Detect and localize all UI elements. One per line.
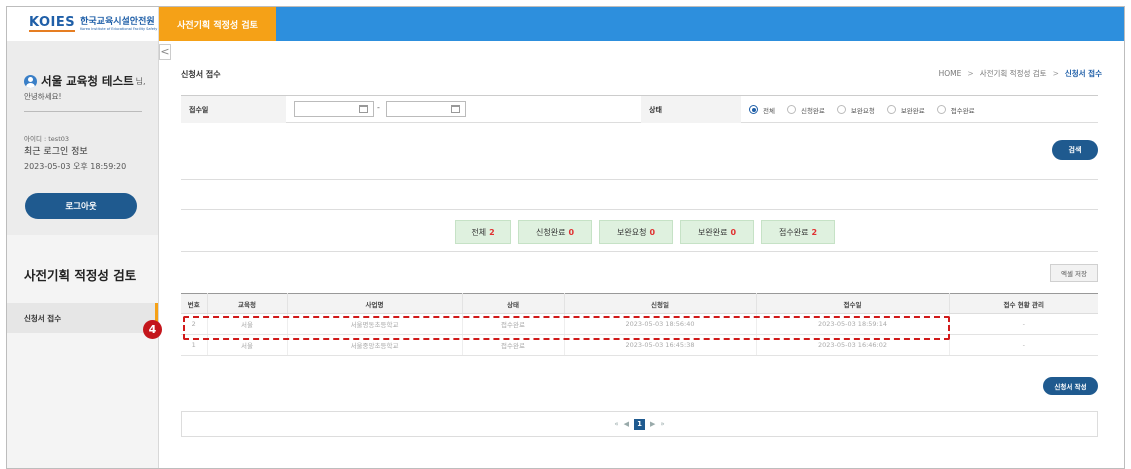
last-login-label: 최근 로그인 정보 bbox=[24, 147, 88, 157]
status-radio-applied[interactable]: 신청완료 bbox=[786, 105, 825, 115]
count-value: 0 bbox=[649, 227, 656, 237]
count-label: 신청완료 bbox=[535, 227, 566, 237]
count-total[interactable]: 전체 2 bbox=[455, 220, 511, 244]
tab-preplanning-review[interactable]: 사전기획 적정성 검토 bbox=[159, 7, 276, 41]
excel-save-button[interactable]: 엑셀 저장 bbox=[1050, 264, 1098, 282]
status-radio-group: 전체 신청완료 보완요청 보완완료 접수완료 bbox=[749, 96, 975, 123]
radio-label: 전체 bbox=[763, 106, 775, 115]
logo-mark: KOIES bbox=[29, 15, 76, 32]
divider bbox=[181, 209, 1098, 210]
count-supplement-requested[interactable]: 보완요청 0 bbox=[599, 220, 673, 244]
logout-button[interactable]: 로그아웃 bbox=[25, 193, 137, 219]
status-filter-label: 상태 bbox=[641, 96, 741, 123]
sidebar-item-application-intake[interactable]: 신청서 접수 bbox=[7, 303, 158, 333]
radio-label: 접수완료 bbox=[950, 106, 975, 115]
radio-label: 신청완료 bbox=[800, 106, 825, 115]
breadcrumb-home[interactable]: HOME bbox=[939, 69, 962, 78]
status-radio-supplement-requested[interactable]: 보완요청 bbox=[836, 105, 875, 115]
divider bbox=[181, 251, 1098, 252]
count-value: 2 bbox=[489, 227, 495, 237]
count-label: 접수완료 bbox=[778, 227, 809, 237]
date-range-dash: - bbox=[377, 103, 380, 112]
breadcrumb-current: 신청서 접수 bbox=[1064, 69, 1102, 78]
radio-icon[interactable] bbox=[786, 105, 796, 114]
count-value: 0 bbox=[568, 227, 575, 237]
breadcrumb-separator-icon: > bbox=[1052, 69, 1059, 78]
count-value: 2 bbox=[811, 227, 818, 237]
user-panel: 서울 교육청 테스트 님, 안녕하세요! 아이디 : test03 최근 로그인… bbox=[7, 41, 158, 235]
calendar-icon[interactable] bbox=[359, 105, 368, 113]
breadcrumb: HOME > 사전기획 적정성 검토 > 신청서 접수 bbox=[939, 68, 1102, 79]
count-label: 보완요청 bbox=[616, 227, 647, 237]
user-suffix: 님, bbox=[135, 76, 146, 86]
divider bbox=[24, 111, 142, 112]
step-number-badge: 4 bbox=[143, 320, 162, 339]
pagination: « ◀ 1 ▶ » bbox=[181, 411, 1098, 437]
user-name: 서울 교육청 테스트 bbox=[41, 74, 134, 88]
radio-label: 보완완료 bbox=[900, 106, 925, 115]
status-radio-received[interactable]: 접수완료 bbox=[936, 105, 975, 115]
col-header-number: 번호 bbox=[181, 293, 208, 314]
col-header-manage: 접수 현황 관리 bbox=[949, 293, 1098, 314]
highlight-annotation-box bbox=[183, 316, 950, 340]
divider bbox=[181, 179, 1098, 180]
user-icon bbox=[24, 74, 37, 88]
status-radio-supplement-done[interactable]: 보완완료 bbox=[886, 105, 925, 115]
first-page-icon[interactable]: « bbox=[614, 420, 618, 428]
logo-org-name: 한국교육시설안전원 bbox=[80, 17, 155, 27]
col-header-project: 사업명 bbox=[287, 293, 463, 314]
top-header: KOIES 한국교육시설안전원 Korea Institute of Educa… bbox=[7, 7, 1124, 41]
write-application-button[interactable]: 신청서 작성 bbox=[1043, 377, 1098, 395]
logo-text-group: 한국교육시설안전원 Korea Institute of Educational… bbox=[80, 17, 157, 31]
page-title: 신청서 접수 bbox=[181, 70, 221, 79]
prev-page-icon[interactable]: ◀ bbox=[624, 420, 629, 428]
next-page-icon[interactable]: ▶ bbox=[650, 420, 655, 428]
status-count-bar: 전체 2 신청완료 0 보완요청 0 보완완료 0 접수완료 2 bbox=[455, 220, 835, 244]
radio-icon[interactable] bbox=[936, 105, 946, 114]
sidebar-section-title: 사전기획 적정성 검토 bbox=[24, 268, 137, 283]
radio-icon[interactable] bbox=[886, 105, 896, 114]
cell-manage[interactable]: - bbox=[949, 313, 1098, 335]
status-radio-all[interactable]: 전체 bbox=[749, 105, 775, 115]
radio-icon[interactable] bbox=[836, 105, 846, 114]
count-supplement-done[interactable]: 보완완료 0 bbox=[680, 220, 754, 244]
date-filter-label: 접수일 bbox=[181, 96, 286, 123]
count-label: 전체 bbox=[471, 227, 487, 237]
sidebar: 서울 교육청 테스트 님, 안녕하세요! 아이디 : test03 최근 로그인… bbox=[7, 41, 159, 468]
page-number-current[interactable]: 1 bbox=[634, 418, 645, 430]
col-header-received-date: 접수일 bbox=[756, 293, 950, 314]
user-name-line: 서울 교육청 테스트 님, bbox=[24, 73, 146, 89]
col-header-status: 상태 bbox=[462, 293, 565, 314]
greeting-text: 안녕하세요! bbox=[24, 92, 62, 101]
count-value: 0 bbox=[730, 227, 737, 237]
col-header-applied-date: 신청일 bbox=[564, 293, 757, 314]
logo[interactable]: KOIES 한국교육시설안전원 Korea Institute of Educa… bbox=[7, 7, 159, 41]
col-header-office: 교육청 bbox=[207, 293, 288, 314]
count-received[interactable]: 접수완료 2 bbox=[761, 220, 835, 244]
cell-manage[interactable]: - bbox=[949, 334, 1098, 356]
last-login-time: 2023-05-03 오후 18:59:20 bbox=[24, 162, 127, 171]
user-id: 아이디 : test03 bbox=[24, 135, 70, 143]
breadcrumb-separator-icon: > bbox=[967, 69, 974, 78]
search-button[interactable]: 검색 bbox=[1052, 140, 1098, 160]
app-window: KOIES 한국교육시설안전원 Korea Institute of Educa… bbox=[6, 6, 1125, 469]
table-header-row: 번호 교육청 사업명 상태 신청일 접수일 접수 현황 관리 bbox=[181, 293, 1098, 314]
radio-selected-icon[interactable] bbox=[749, 105, 758, 114]
count-applied[interactable]: 신청완료 0 bbox=[518, 220, 592, 244]
date-from-input[interactable] bbox=[294, 101, 374, 117]
last-page-icon[interactable]: » bbox=[660, 420, 664, 428]
count-label: 보완완료 bbox=[697, 227, 728, 237]
filter-row: 접수일 - 상태 전체 신청완료 보완요청 보완완료 접수완료 bbox=[181, 95, 1098, 123]
calendar-icon[interactable] bbox=[451, 105, 460, 113]
sidebar-collapse-icon[interactable]: < bbox=[159, 44, 171, 60]
logo-org-english: Korea Institute of Educational Facility … bbox=[80, 27, 158, 31]
breadcrumb-section[interactable]: 사전기획 적정성 검토 bbox=[980, 68, 1047, 79]
radio-label: 보완요청 bbox=[850, 106, 875, 115]
date-to-input[interactable] bbox=[386, 101, 466, 117]
